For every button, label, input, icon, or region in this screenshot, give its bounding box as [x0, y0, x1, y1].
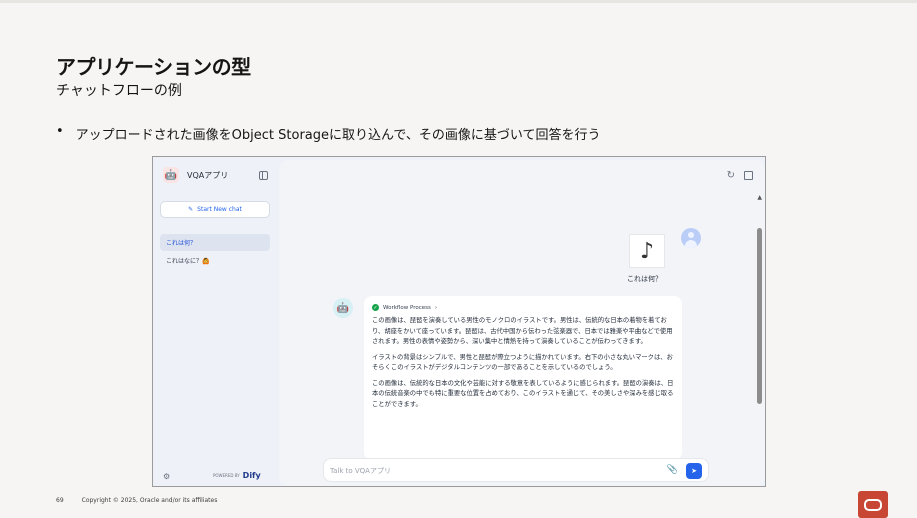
send-button[interactable]: ➤ — [686, 463, 702, 479]
uploaded-image[interactable]: ♪ — [629, 234, 665, 268]
scroll-up-arrow[interactable]: ▲ — [757, 194, 762, 201]
footer: 69 Copyright © 2025, Oracle and/or its a… — [56, 497, 217, 504]
dify-logo: Dify — [242, 471, 261, 480]
powered-by-label: POWERED BY — [213, 473, 240, 478]
answer-paragraph: この画像は、琵琶を演奏している男性のモノクロのイラストです。男性は、伝統的な日本… — [372, 317, 673, 345]
powered-by: POWERED BY Dify — [213, 471, 261, 480]
start-new-chat-label: Start New chat — [197, 206, 242, 213]
note-icon[interactable] — [744, 171, 753, 180]
robot-icon: 🤖 — [163, 167, 179, 183]
conversation-item[interactable]: これは何？ — [160, 234, 270, 251]
app-header: 🤖 VQAアプリ — [163, 167, 228, 183]
sidebar: 🤖 VQAアプリ ✎ Start New chat これは何？ これはなに？🙆 … — [153, 157, 279, 486]
workflow-process[interactable]: ✓ Workflow Process › — [372, 304, 674, 311]
top-border — [0, 0, 917, 3]
chevron-right-icon: › — [434, 304, 438, 311]
app-name: VQAアプリ — [187, 170, 229, 180]
bullet-dot: • — [56, 124, 64, 139]
copyright: Copyright © 2025, Oracle and/or its affi… — [81, 497, 218, 504]
scrollbar-thumb[interactable] — [757, 228, 762, 404]
slide-title: アプリケーションの型 — [56, 55, 251, 79]
app-screenshot: 🤖 VQAアプリ ✎ Start New chat これは何？ これはなに？🙆 … — [152, 156, 766, 487]
oracle-logo — [858, 491, 888, 518]
chat-input-box: 📎 ➤ — [323, 458, 709, 482]
sidebar-toggle-icon[interactable] — [259, 171, 268, 180]
bot-message: ✓ Workflow Process › この画像は、琵琶を演奏している男性のモ… — [364, 296, 682, 460]
user-message: これは何？ — [627, 275, 662, 283]
bot-avatar: 🤖 — [333, 298, 353, 318]
answer-paragraph: この画像は、伝統的な日本の文化や芸能に対する敬意を表しているように感じられます。… — [372, 379, 674, 408]
refresh-icon[interactable]: ↻ — [727, 170, 735, 181]
answer-paragraph: イラストの背景はシンプルで、男性と琵琶が際立つように描かれています。右下の小さな… — [372, 353, 673, 372]
paperclip-icon[interactable]: 📎 — [667, 465, 678, 475]
check-icon: ✓ — [372, 304, 379, 311]
bullet-item: • アップロードされた画像をObject Storageに取り込んで、その画像に… — [56, 124, 600, 143]
slide-subtitle: チャットフローの例 — [56, 83, 182, 99]
chat-input[interactable] — [330, 464, 630, 478]
workflow-label: Workflow Process — [383, 304, 431, 311]
settings-icon[interactable]: ⚙ — [163, 472, 170, 481]
start-new-chat-button[interactable]: ✎ Start New chat — [160, 201, 270, 218]
conversation-item[interactable]: これはなに？🙆 — [160, 252, 270, 269]
bullet-text: アップロードされた画像をObject Storageに取り込んで、その画像に基づ… — [75, 128, 601, 143]
user-avatar — [681, 228, 701, 248]
chat-area: ↻ ▲ ♪ これは何？ 🤖 ✓ Workflow Process › この画像は… — [279, 160, 765, 486]
edit-icon: ✎ — [188, 206, 194, 213]
page-number: 69 — [56, 497, 64, 504]
